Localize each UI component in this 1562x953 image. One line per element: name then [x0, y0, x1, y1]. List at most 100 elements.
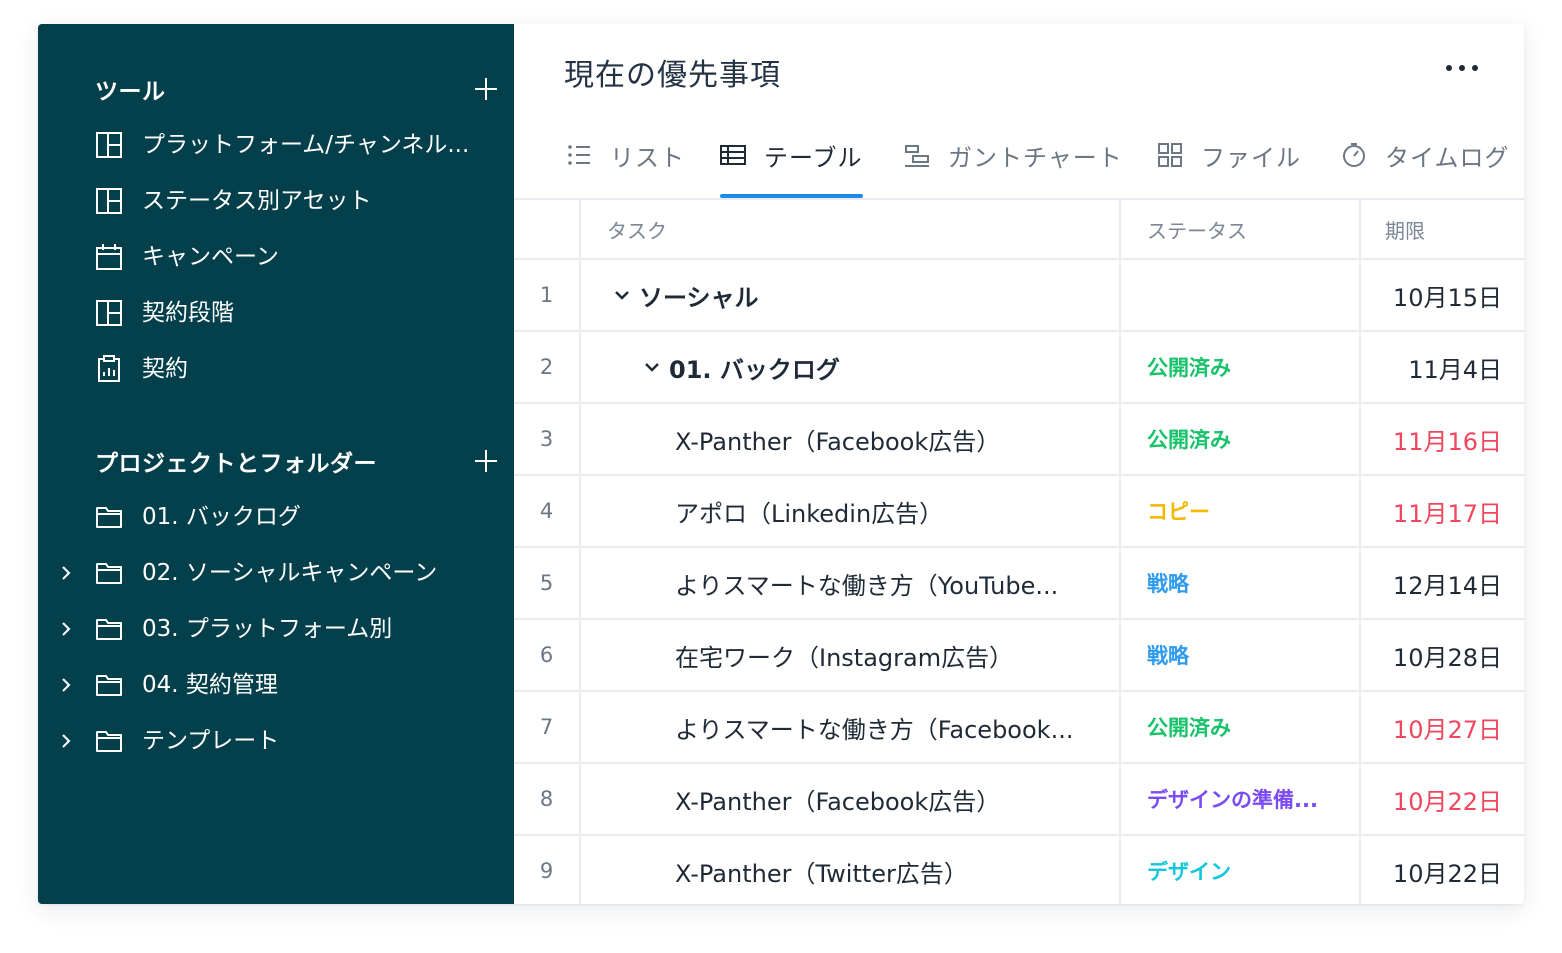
- add-tool-plus-icon[interactable]: [473, 76, 499, 102]
- folder-icon: [96, 563, 122, 584]
- tab-label: テーブル: [764, 144, 863, 172]
- chevron-right-icon[interactable]: [56, 619, 76, 639]
- task-cell[interactable]: アポロ（Linkedin広告）: [581, 476, 1121, 546]
- status-badge[interactable]: 戦略: [1121, 620, 1361, 690]
- table-row[interactable]: 6 在宅ワーク（Instagram広告） 戦略 10月28日: [514, 618, 1524, 690]
- sidebar-item-folder-4[interactable]: 04. 契約管理: [38, 663, 514, 707]
- tab-label: リスト: [610, 144, 685, 172]
- task-name: よりスマートな働き方（YouTube...: [675, 571, 1059, 600]
- table-row[interactable]: 7 よりスマートな働き方（Facebook... 公開済み 10月27日: [514, 690, 1524, 762]
- status-badge[interactable]: コピー: [1121, 476, 1361, 546]
- page-title: 現在の優先事項: [564, 58, 781, 93]
- status-badge[interactable]: 公開済み: [1121, 692, 1361, 762]
- header-status[interactable]: ステータス: [1121, 200, 1361, 258]
- chevron-right-icon[interactable]: [56, 675, 76, 695]
- header-due[interactable]: 期限: [1361, 200, 1524, 258]
- due-date[interactable]: 10月27日: [1361, 692, 1524, 762]
- tab-files[interactable]: ファイル: [1157, 132, 1301, 198]
- projects-section-header: プロジェクトとフォルダー: [95, 443, 499, 479]
- tab-label: ファイル: [1201, 144, 1301, 172]
- sidebar-item-label: テンプレート: [142, 728, 280, 754]
- header-task[interactable]: タスク: [581, 200, 1121, 258]
- due-date[interactable]: 12月14日: [1361, 548, 1524, 618]
- status-badge[interactable]: デザインの準備...: [1121, 764, 1361, 834]
- table-row[interactable]: 2 01. バックログ 公開済み 11月4日: [514, 330, 1524, 402]
- task-name: ソーシャル: [639, 283, 759, 312]
- sidebar-item-label: ステータス別アセット: [142, 188, 372, 214]
- status-badge[interactable]: [1121, 260, 1361, 330]
- add-project-plus-icon[interactable]: [473, 448, 499, 474]
- tab-label: タイムログ: [1385, 144, 1510, 172]
- chevron-down-icon[interactable]: [611, 284, 633, 306]
- task-name: X-Panther（Facebook広告）: [675, 787, 1001, 816]
- status-badge[interactable]: 公開済み: [1121, 332, 1361, 402]
- sidebar-item-label: 01. バックログ: [142, 504, 301, 530]
- sidebar-item-tool-4[interactable]: 契約段階: [38, 291, 514, 335]
- row-number: 3: [514, 404, 581, 474]
- due-date[interactable]: 10月28日: [1361, 620, 1524, 690]
- table-row[interactable]: 4 アポロ（Linkedin広告） コピー 11月17日: [514, 474, 1524, 546]
- sidebar-item-tool-2[interactable]: ステータス別アセット: [38, 179, 514, 223]
- task-cell[interactable]: 01. バックログ: [581, 332, 1121, 402]
- status-badge[interactable]: デザイン: [1121, 836, 1361, 904]
- sidebar-item-label: 契約段階: [142, 300, 234, 326]
- sidebar-item-folder-3[interactable]: 03. プラットフォーム別: [38, 607, 514, 651]
- task-name: 01. バックログ: [669, 355, 840, 384]
- row-number: 8: [514, 764, 581, 834]
- table-header-row: タスク ステータス 期限: [514, 198, 1524, 258]
- board-icon: [96, 132, 122, 158]
- due-date[interactable]: 10月22日: [1361, 836, 1524, 904]
- sidebar-item-tool-3[interactable]: キャンペーン: [38, 235, 514, 279]
- due-date[interactable]: 10月22日: [1361, 764, 1524, 834]
- task-cell[interactable]: 在宅ワーク（Instagram広告）: [581, 620, 1121, 690]
- table-row[interactable]: 9 X-Panther（Twitter広告） デザイン 10月22日: [514, 834, 1524, 904]
- row-number: 9: [514, 836, 581, 904]
- due-date[interactable]: 11月4日: [1361, 332, 1524, 402]
- row-number: 6: [514, 620, 581, 690]
- calendar-icon: [96, 244, 122, 270]
- task-cell[interactable]: よりスマートな働き方（YouTube...: [581, 548, 1121, 618]
- sidebar-item-folder-5[interactable]: テンプレート: [38, 719, 514, 763]
- status-badge[interactable]: 公開済み: [1121, 404, 1361, 474]
- gantt-icon: [905, 145, 929, 167]
- chevron-right-icon[interactable]: [56, 731, 76, 751]
- tab-timelog[interactable]: タイムログ: [1341, 132, 1510, 198]
- tab-list[interactable]: リスト: [566, 132, 685, 198]
- task-cell[interactable]: X-Panther（Twitter広告）: [581, 836, 1121, 904]
- table-icon: [720, 145, 746, 165]
- table-row[interactable]: 8 X-Panther（Facebook広告） デザインの準備... 10月22日: [514, 762, 1524, 834]
- board-icon: [96, 300, 122, 326]
- app-window: ツール プラットフォーム/チャンネル... ステータス別アセット キャンペーン …: [38, 24, 1524, 904]
- sidebar-item-label: 03. プラットフォーム別: [142, 616, 393, 642]
- sidebar-item-label: 契約: [142, 356, 188, 382]
- projects-section-title: プロジェクトとフォルダー: [95, 451, 377, 477]
- due-date[interactable]: 10月15日: [1361, 260, 1524, 330]
- main-panel: 現在の優先事項 リスト テーブル ガントチャート ファイル タイムログ タスク …: [514, 24, 1524, 904]
- task-name: アポロ（Linkedin広告）: [675, 499, 944, 528]
- sidebar-item-label: プラットフォーム/チャンネル...: [142, 132, 470, 158]
- more-options-icon[interactable]: [1446, 60, 1478, 76]
- sidebar-item-folder-1[interactable]: 01. バックログ: [38, 495, 514, 539]
- task-cell[interactable]: ソーシャル: [581, 260, 1121, 330]
- table-row[interactable]: 1 ソーシャル 10月15日: [514, 258, 1524, 330]
- table-row[interactable]: 5 よりスマートな働き方（YouTube... 戦略 12月14日: [514, 546, 1524, 618]
- tab-table[interactable]: テーブル: [720, 132, 863, 198]
- chevron-down-icon[interactable]: [641, 356, 663, 378]
- status-badge[interactable]: 戦略: [1121, 548, 1361, 618]
- task-cell[interactable]: よりスマートな働き方（Facebook...: [581, 692, 1121, 762]
- task-cell[interactable]: X-Panther（Facebook広告）: [581, 764, 1121, 834]
- sidebar-item-tool-5[interactable]: 契約: [38, 347, 514, 391]
- sidebar-item-label: 02. ソーシャルキャンペーン: [142, 560, 438, 586]
- view-tabs: リスト テーブル ガントチャート ファイル タイムログ: [514, 132, 1524, 198]
- chevron-right-icon[interactable]: [56, 563, 76, 583]
- task-name: X-Panther（Facebook広告）: [675, 427, 1001, 456]
- tab-gantt[interactable]: ガントチャート: [904, 132, 1123, 198]
- sidebar-item-tool-1[interactable]: プラットフォーム/チャンネル...: [38, 123, 514, 167]
- due-date[interactable]: 11月17日: [1361, 476, 1524, 546]
- due-date[interactable]: 11月16日: [1361, 404, 1524, 474]
- table-row[interactable]: 3 X-Panther（Facebook広告） 公開済み 11月16日: [514, 402, 1524, 474]
- task-table: タスク ステータス 期限 1 ソーシャル 10月15日 2 01. バックログ 公開済み 1…: [514, 198, 1524, 904]
- sidebar-item-folder-2[interactable]: 02. ソーシャルキャンペーン: [38, 551, 514, 595]
- tab-label: ガントチャート: [948, 144, 1123, 172]
- task-cell[interactable]: X-Panther（Facebook広告）: [581, 404, 1121, 474]
